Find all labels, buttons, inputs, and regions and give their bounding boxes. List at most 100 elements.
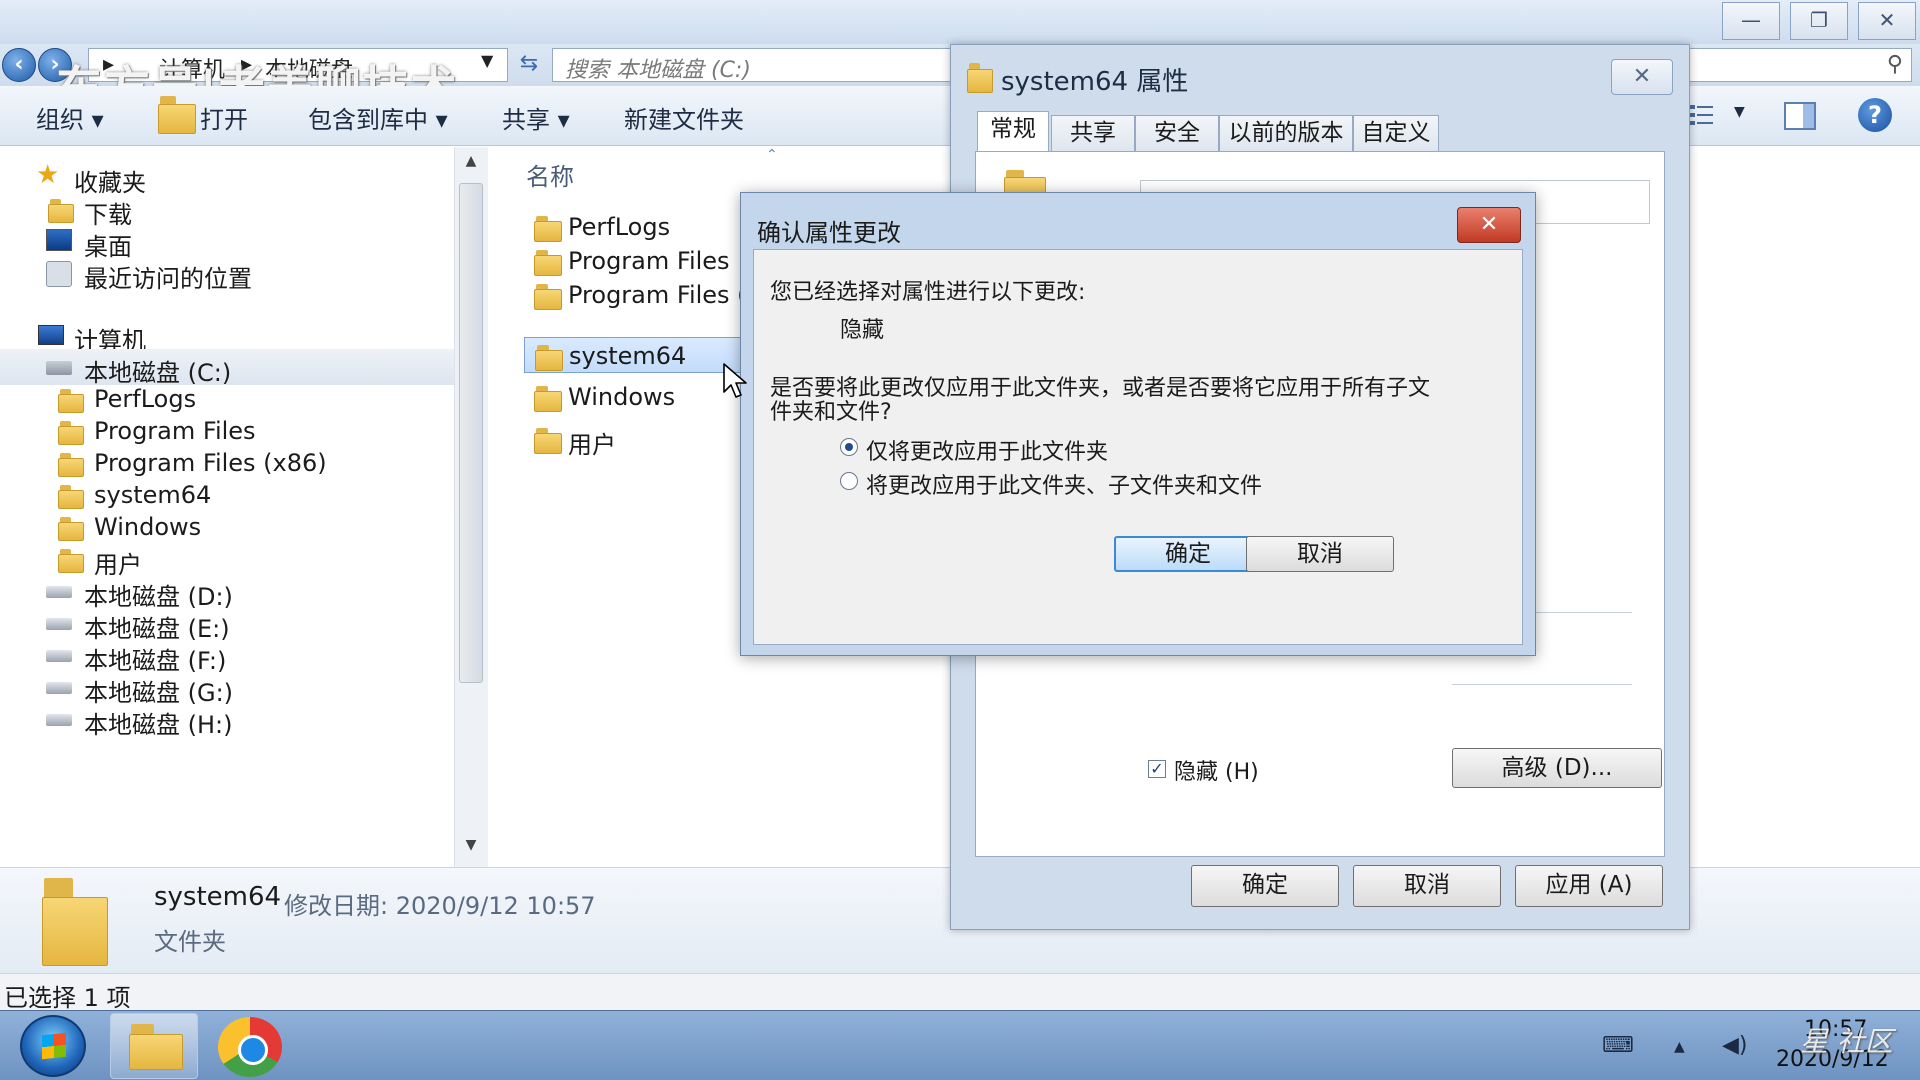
nav-system64[interactable]: system64 — [0, 477, 460, 513]
radio-this-folder-label[interactable]: 仅将更改应用于此文件夹 — [866, 434, 1108, 466]
nav-recent-label: 最近访问的位置 — [84, 265, 252, 293]
nav-users[interactable]: 用户 — [0, 541, 460, 579]
nav-perflogs-label: PerfLogs — [94, 385, 197, 413]
taskbar: ⌨ ▲ ◀) 10:57 2020/9/12 — [0, 1010, 1920, 1080]
nav-drive-g[interactable]: 本地磁盘 (G:) — [0, 669, 460, 707]
scrollbar-thumb[interactable] — [459, 183, 483, 683]
refresh-icon[interactable]: ⇆ — [512, 48, 546, 82]
nav-computer[interactable]: 计算机 — [0, 317, 460, 355]
folder-icon — [58, 485, 84, 509]
nav-program-files[interactable]: Program Files — [0, 413, 460, 449]
navigation-pane: ★ 收藏夹 下载 桌面 最近访问的位置 计算机 本地磁盘 (C:) PerfLo… — [0, 147, 470, 867]
scroll-down-icon[interactable]: ▼ — [455, 837, 487, 853]
search-icon[interactable]: ⚲ — [1887, 52, 1903, 77]
tab-customize[interactable]: 自定义 — [1353, 115, 1439, 151]
taskbar-explorer-button[interactable] — [110, 1013, 198, 1079]
nav-drive-h[interactable]: 本地磁盘 (H:) — [0, 701, 460, 739]
details-file-name: system64 — [154, 882, 282, 912]
nav-desktop[interactable]: 桌面 — [0, 223, 460, 261]
drive-icon — [46, 682, 72, 694]
search-input[interactable]: 搜索 本地磁盘 (C:) — [565, 52, 751, 84]
nav-drive-h-label: 本地磁盘 (H:) — [84, 711, 233, 739]
radio-all-subfolders-label[interactable]: 将更改应用于此文件夹、子文件夹和文件 — [866, 468, 1262, 500]
view-options-icon[interactable] — [1688, 102, 1720, 130]
nav-program-files-label: Program Files — [94, 417, 256, 445]
properties-ok-button[interactable]: 确定 — [1191, 865, 1339, 907]
folder-icon — [967, 63, 993, 93]
hidden-checkbox[interactable]: ✓ — [1148, 760, 1166, 778]
system-drive-icon — [46, 361, 72, 375]
folder-icon — [535, 345, 563, 371]
minimize-button[interactable]: — — [1722, 2, 1780, 40]
nav-drive-e[interactable]: 本地磁盘 (E:) — [0, 605, 460, 643]
show-hidden-icons-icon[interactable]: ▲ — [1674, 1039, 1685, 1055]
tab-security[interactable]: 安全 — [1135, 115, 1219, 151]
help-icon[interactable]: ? — [1858, 98, 1892, 132]
folder-icon — [534, 284, 562, 310]
nav-downloads[interactable]: 下载 — [0, 191, 460, 229]
nav-program-files-x86[interactable]: Program Files (x86) — [0, 445, 460, 481]
confirm-body: 您已经选择对属性进行以下更改: 隐藏 是否要将此更改仅应用于此文件夹，或者是否要… — [753, 249, 1523, 645]
radio-this-folder[interactable] — [840, 438, 858, 456]
taskbar-browser-button[interactable] — [218, 1017, 282, 1077]
nav-drive-c[interactable]: 本地磁盘 (C:) — [0, 349, 460, 387]
new-folder-button[interactable]: 新建文件夹 — [624, 100, 744, 135]
separator — [1452, 684, 1632, 685]
window-titlebar: — ❐ ✕ — [0, 0, 1920, 44]
preview-pane-icon[interactable] — [1784, 102, 1816, 130]
file-name: Program Files ( — [568, 281, 747, 309]
confirm-change-text: 隐藏 — [840, 318, 885, 343]
folder-icon — [534, 250, 562, 276]
confirm-ok-button[interactable]: 确定 — [1114, 536, 1262, 572]
properties-close-button[interactable]: ✕ — [1611, 59, 1673, 95]
column-header-name[interactable]: 名称 — [526, 157, 574, 192]
back-icon[interactable]: ‹ — [2, 48, 36, 82]
radio-all-subfolders[interactable] — [840, 472, 858, 490]
close-button[interactable]: ✕ — [1858, 2, 1916, 40]
tab-sharing[interactable]: 共享 — [1051, 115, 1135, 151]
folder-icon — [58, 549, 84, 573]
include-library-button[interactable]: 包含到库中 ▾ — [308, 100, 448, 135]
mouse-cursor-icon — [723, 363, 747, 398]
nav-program-files-x86-label: Program Files (x86) — [94, 449, 327, 477]
properties-apply-button[interactable]: 应用 (A) — [1515, 865, 1663, 907]
corner-watermark: 星 社区 — [1800, 1025, 1893, 1058]
drive-icon — [46, 586, 72, 598]
nav-favorites[interactable]: ★ 收藏夹 — [0, 159, 460, 197]
confirm-intro-text: 您已经选择对属性进行以下更改: — [770, 280, 1086, 305]
scroll-up-icon[interactable]: ▲ — [455, 153, 487, 169]
folder-icon — [58, 517, 84, 541]
keyboard-icon[interactable]: ⌨ — [1602, 1033, 1634, 1058]
folder-icon — [58, 421, 84, 445]
properties-title: system64 属性 — [1001, 67, 1189, 97]
nav-perflogs[interactable]: PerfLogs — [0, 381, 460, 417]
tab-previous-versions[interactable]: 以前的版本 — [1219, 115, 1353, 151]
advanced-button[interactable]: 高级 (D)... — [1452, 748, 1662, 788]
folder-icon — [58, 453, 84, 477]
confirm-question-line2: 件夹和文件? — [770, 400, 892, 425]
desktop-icon — [46, 229, 72, 251]
confirm-close-button[interactable]: ✕ — [1457, 207, 1521, 243]
file-name: 用户 — [568, 431, 616, 459]
tab-general[interactable]: 常规 — [977, 111, 1049, 151]
confirm-title: 确认属性更改 — [757, 219, 901, 247]
star-icon: ★ — [36, 160, 60, 190]
open-button[interactable]: 打开 — [200, 100, 248, 135]
nav-drive-d[interactable]: 本地磁盘 (D:) — [0, 573, 460, 611]
share-button[interactable]: 共享 ▾ — [502, 100, 570, 135]
chevron-down-icon[interactable]: ▼ — [1734, 104, 1745, 120]
selected-folder-icon — [42, 878, 108, 966]
chevron-down-icon[interactable]: ▼ — [481, 51, 493, 70]
file-name: system64 — [569, 342, 687, 370]
computer-icon — [38, 325, 64, 345]
start-button[interactable] — [20, 1015, 86, 1077]
properties-cancel-button[interactable]: 取消 — [1353, 865, 1501, 907]
volume-icon[interactable]: ◀) — [1722, 1033, 1748, 1058]
restore-button[interactable]: ❐ — [1790, 2, 1848, 40]
confirm-cancel-button[interactable]: 取消 — [1246, 536, 1394, 572]
nav-drive-f[interactable]: 本地磁盘 (F:) — [0, 637, 460, 675]
nav-windows[interactable]: Windows — [0, 509, 460, 545]
organize-button[interactable]: 组织 ▾ — [36, 100, 104, 135]
nav-recent[interactable]: 最近访问的位置 — [0, 255, 460, 293]
nav-scrollbar[interactable]: ▲ ▼ — [454, 147, 488, 867]
